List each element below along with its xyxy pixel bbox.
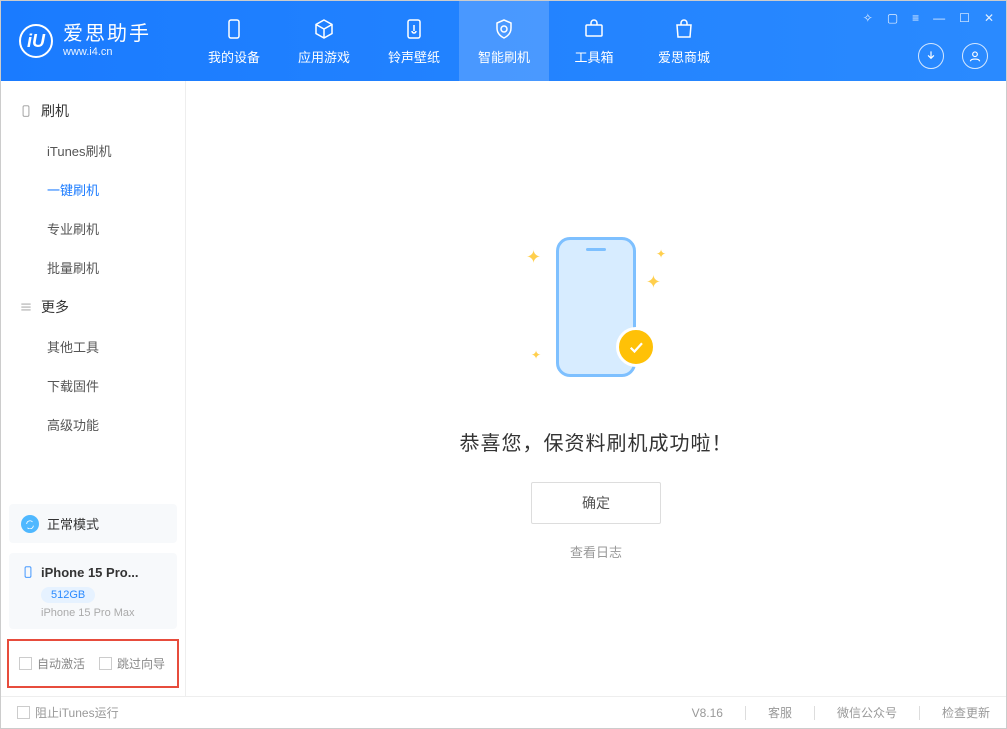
window-controls: ✧ ▢ ≡ — ☐ ✕ (863, 11, 994, 25)
sidebar-item-itunes-flash[interactable]: iTunes刷机 (1, 131, 185, 170)
phone-icon (21, 563, 35, 581)
toolbox-icon (582, 17, 606, 41)
block-itunes-checkbox[interactable]: 阻止iTunes运行 (17, 704, 119, 721)
app-url: www.i4.cn (63, 46, 151, 59)
device-info-box[interactable]: iPhone 15 Pro... 512GB iPhone 15 Pro Max (9, 553, 177, 629)
success-message: 恭喜您，保资料刷机成功啦！ (460, 427, 733, 456)
music-file-icon (402, 17, 426, 41)
nav-label: 应用游戏 (298, 47, 350, 66)
sidebar-item-pro-flash[interactable]: 专业刷机 (1, 209, 185, 248)
status-bar: 阻止iTunes运行 V8.16 客服 微信公众号 检查更新 (1, 696, 1006, 728)
sidebar-item-download-firmware[interactable]: 下载固件 (1, 366, 185, 405)
sidebar-item-batch-flash[interactable]: 批量刷机 (1, 248, 185, 287)
app-header: iU 爱思助手 www.i4.cn 我的设备 应用游戏 铃声壁纸 智能刷机 工具… (1, 1, 1006, 81)
success-illustration: ✦ ✦ ✦ ✦ (506, 217, 686, 397)
menu-icon[interactable]: ≡ (912, 11, 919, 25)
device-mode-label: 正常模式 (47, 514, 99, 533)
sidebar-item-advanced[interactable]: 高级功能 (1, 405, 185, 444)
main-nav: 我的设备 应用游戏 铃声壁纸 智能刷机 工具箱 爱思商城 (189, 1, 729, 81)
refresh-icon (21, 515, 39, 533)
nav-apps-games[interactable]: 应用游戏 (279, 1, 369, 81)
auto-activate-checkbox[interactable]: 自动激活 (19, 655, 85, 672)
nav-label: 智能刷机 (478, 47, 530, 66)
shield-refresh-icon (492, 17, 516, 41)
sparkle-icon: ✦ (531, 348, 541, 362)
check-badge-icon (616, 327, 656, 367)
sparkle-icon: ✦ (646, 272, 661, 293)
checkbox-icon (19, 657, 32, 670)
bag-icon (672, 17, 696, 41)
options-highlight-box: 自动激活 跳过向导 (7, 639, 179, 688)
main-content: ✦ ✦ ✦ ✦ 恭喜您，保资料刷机成功啦！ 确定 查看日志 (186, 81, 1006, 696)
close-button[interactable]: ✕ (984, 11, 994, 25)
sidebar-item-oneclick-flash[interactable]: 一键刷机 (1, 170, 185, 209)
device-model: iPhone 15 Pro Max (41, 607, 165, 619)
sidebar-group-more: 更多 (1, 287, 185, 327)
sidebar: 刷机 iTunes刷机 一键刷机 专业刷机 批量刷机 更多 其他工具 下载固件 … (1, 81, 186, 696)
support-link[interactable]: 客服 (768, 704, 792, 721)
nav-toolbox[interactable]: 工具箱 (549, 1, 639, 81)
confirm-button[interactable]: 确定 (531, 482, 661, 524)
cube-icon (312, 17, 336, 41)
sparkle-icon: ✦ (656, 247, 666, 261)
wechat-link[interactable]: 微信公众号 (837, 704, 897, 721)
menu-lines-icon (19, 300, 33, 314)
account-button[interactable] (962, 43, 988, 69)
sidebar-group-flash: 刷机 (1, 91, 185, 131)
app-title: 爱思助手 (63, 22, 151, 46)
nav-smart-flash[interactable]: 智能刷机 (459, 1, 549, 81)
download-button[interactable] (918, 43, 944, 69)
device-icon (19, 104, 33, 118)
nav-my-device[interactable]: 我的设备 (189, 1, 279, 81)
feedback-icon[interactable]: ✧ (863, 11, 873, 25)
nav-label: 铃声壁纸 (388, 47, 440, 66)
device-name: iPhone 15 Pro... (41, 565, 139, 580)
phone-icon (222, 17, 246, 41)
check-update-link[interactable]: 检查更新 (942, 704, 990, 721)
logo-block: iU 爱思助手 www.i4.cn (1, 22, 169, 59)
pin-icon[interactable]: ▢ (887, 11, 898, 25)
nav-label: 我的设备 (208, 47, 260, 66)
device-mode-box: 正常模式 (9, 504, 177, 543)
nav-store[interactable]: 爱思商城 (639, 1, 729, 81)
checkbox-icon (17, 706, 30, 719)
sparkle-icon: ✦ (526, 247, 541, 268)
maximize-button[interactable]: ☐ (959, 11, 970, 25)
checkbox-icon (99, 657, 112, 670)
storage-badge: 512GB (41, 587, 95, 603)
sidebar-item-other-tools[interactable]: 其他工具 (1, 327, 185, 366)
version-label: V8.16 (692, 706, 723, 720)
nav-label: 爱思商城 (658, 47, 710, 66)
skip-guide-checkbox[interactable]: 跳过向导 (99, 655, 165, 672)
nav-label: 工具箱 (574, 47, 613, 66)
nav-ringtones[interactable]: 铃声壁纸 (369, 1, 459, 81)
logo-icon: iU (19, 24, 53, 58)
view-log-link[interactable]: 查看日志 (570, 542, 622, 561)
minimize-button[interactable]: — (933, 11, 945, 25)
